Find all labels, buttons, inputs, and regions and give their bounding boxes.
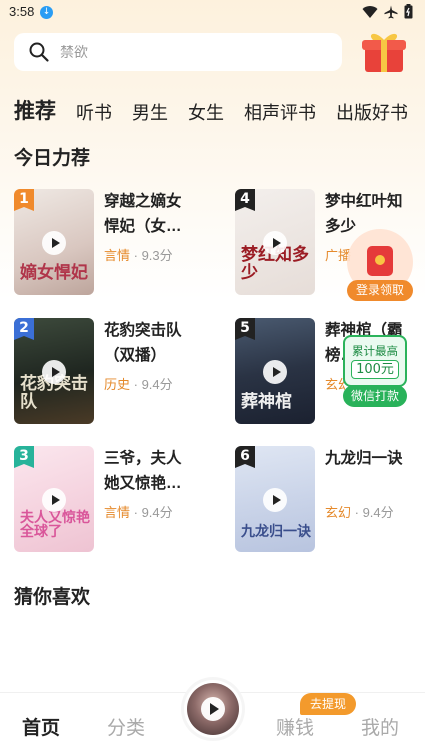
nav-mine[interactable]: 我的: [361, 713, 399, 740]
play-icon: [201, 697, 225, 721]
book-cover: 葬神棺 5: [235, 318, 315, 424]
rank-badge: 3: [14, 446, 34, 468]
book-meta: 玄幻 · 9.4分: [325, 502, 394, 521]
airplane-icon: [384, 5, 398, 18]
tab-crosstalk[interactable]: 相声评书: [244, 99, 316, 125]
book-score: · 9.4分: [133, 377, 173, 392]
nav-earn[interactable]: 赚钱: [276, 713, 314, 740]
book-card[interactable]: 九龙归一诀 6 九龙归一诀 玄幻 · 9.4分: [235, 446, 425, 552]
book-genre: 历史: [104, 377, 131, 392]
nav-category[interactable]: 分类: [107, 713, 145, 740]
book-title: 三爷，夫人她又惊艳…: [104, 450, 182, 492]
play-icon[interactable]: [42, 488, 66, 512]
login-claim-label: 登录领取: [347, 280, 413, 301]
status-time: 3:58: [9, 4, 35, 19]
play-icon[interactable]: [42, 360, 66, 384]
status-bar: 3:58 ↓: [0, 0, 425, 26]
section-title-guess: 猜你喜欢: [14, 587, 91, 608]
book-meta: 历史 · 9.4分: [104, 374, 173, 393]
payout-caption: 累计最高: [352, 344, 398, 358]
book-cover: 夫人又惊艳全球了 3: [14, 446, 94, 552]
nav-home[interactable]: 首页: [22, 713, 60, 740]
login-redpack-float[interactable]: 登录领取: [347, 229, 413, 301]
book-genre: 言情: [104, 505, 131, 520]
play-icon[interactable]: [263, 488, 287, 512]
cover-title: 夫人又惊艳全球了: [20, 509, 90, 541]
book-cover: 嫡女悍妃 1: [14, 189, 94, 295]
book-cover: 花豹突击队 2: [14, 318, 94, 424]
book-score: · 9.4分: [354, 505, 394, 520]
book-card[interactable]: 嫡女悍妃 1 穿越之嫡女悍妃（女… 言情 · 9.3分: [14, 189, 204, 295]
book-card[interactable]: 花豹突击队 2 花豹突击队（双播） 历史 · 9.4分: [14, 318, 204, 424]
tab-male[interactable]: 男生: [132, 99, 168, 125]
withdraw-badge[interactable]: 去提现: [300, 693, 356, 715]
book-meta: 言情 · 9.4分: [104, 502, 173, 521]
book-card[interactable]: 夫人又惊艳全球了 3 三爷，夫人她又惊艳… 言情 · 9.4分: [14, 446, 204, 552]
rank-badge: 6: [235, 446, 255, 468]
rank-badge: 5: [235, 318, 255, 340]
search-placeholder: 禁欲: [60, 44, 88, 60]
rank-badge: 1: [14, 189, 34, 211]
book-cover: 梦红知多少 4: [235, 189, 315, 295]
search-icon: [29, 42, 49, 62]
tab-listen[interactable]: 听书: [76, 99, 112, 125]
now-playing-button[interactable]: [184, 680, 242, 738]
search-input[interactable]: 禁欲: [14, 33, 342, 71]
book-meta: 言情 · 9.3分: [104, 245, 173, 264]
tab-publish[interactable]: 出版好书: [336, 99, 408, 125]
battery-icon: [404, 4, 413, 19]
cover-title: 葬神棺: [241, 392, 292, 413]
book-score: · 9.4分: [133, 505, 173, 520]
rank-badge: 2: [14, 318, 34, 340]
download-icon: ↓: [40, 6, 53, 19]
play-icon[interactable]: [42, 231, 66, 255]
book-genre: 言情: [104, 248, 131, 263]
rank-badge: 4: [235, 189, 255, 211]
tab-female[interactable]: 女生: [188, 99, 224, 125]
book-genre: 玄幻: [325, 505, 352, 520]
book-title: 花豹突击队（双播）: [104, 322, 182, 364]
wechat-payout-float[interactable]: 累计最高 100元 微信打款: [343, 335, 407, 407]
cover-title: 九龙归一诀: [241, 524, 311, 541]
book-title: 九龙归一诀: [325, 450, 403, 467]
tab-recommend[interactable]: 推荐: [14, 95, 56, 125]
book-score: · 9.3分: [133, 248, 173, 263]
section-title-daily: 今日力荐: [14, 148, 91, 169]
play-icon[interactable]: [263, 231, 287, 255]
wifi-icon: [362, 5, 378, 18]
status-icons: [362, 4, 413, 19]
gift-icon[interactable]: [359, 26, 409, 76]
cover-title: 嫡女悍妃: [20, 263, 88, 284]
wechat-payout-button: 微信打款: [343, 385, 407, 407]
book-cover: 九龙归一诀 6: [235, 446, 315, 552]
category-tabs: 推荐 听书 男生 女生 相声评书 出版好书: [14, 95, 425, 125]
payout-amount: 100元: [351, 360, 399, 379]
play-icon[interactable]: [263, 360, 287, 384]
red-envelope-icon: [367, 246, 393, 276]
book-title: 穿越之嫡女悍妃（女…: [104, 193, 182, 235]
